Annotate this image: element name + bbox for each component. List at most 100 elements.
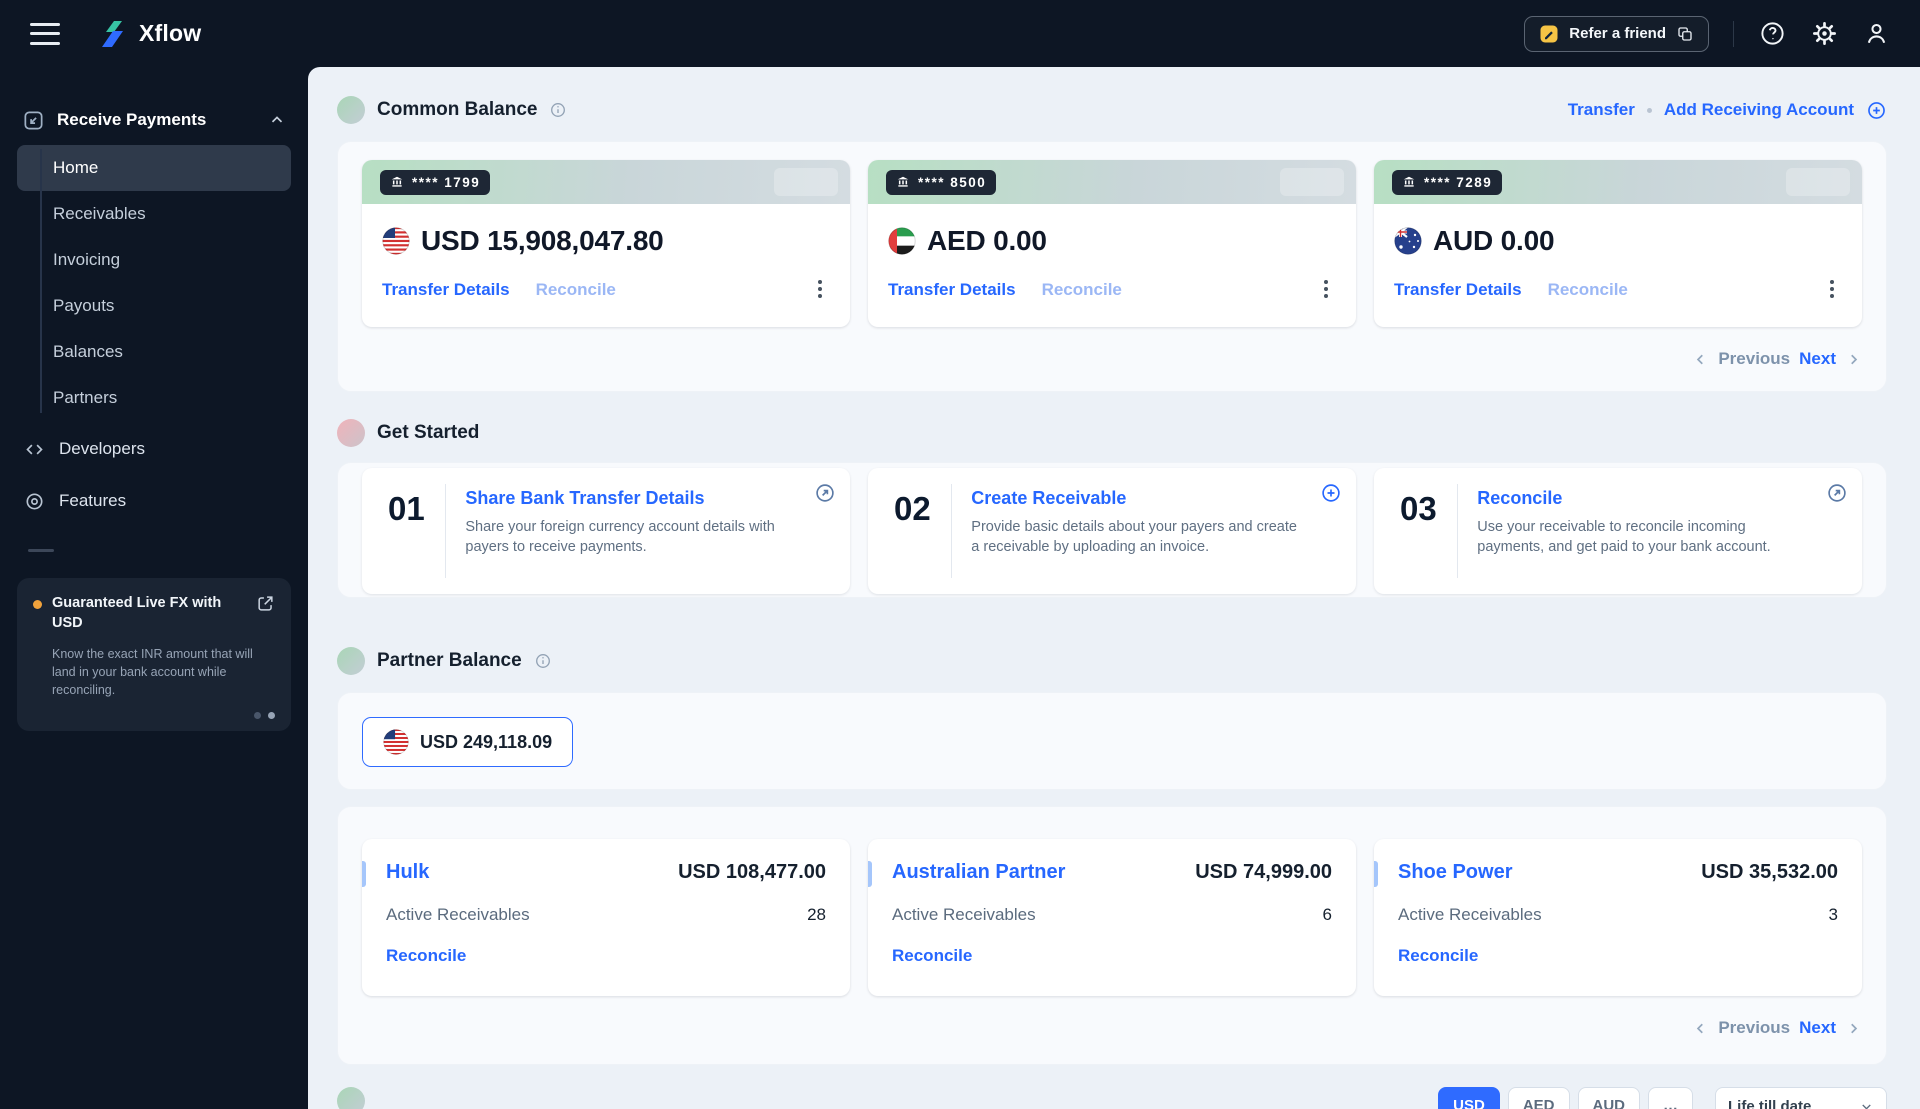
gear-icon	[1812, 22, 1836, 45]
step-card-create-receivable[interactable]: 02 Create Receivable Provide basic detai…	[868, 468, 1356, 594]
partner-name-link[interactable]: Australian Partner	[892, 861, 1065, 884]
currency-tab-aed[interactable]: AED	[1507, 1087, 1570, 1109]
next-button[interactable]: Next	[1799, 1018, 1836, 1038]
masked-account-number: **** 7289	[1392, 169, 1503, 195]
balance-card-aed: **** 8500 AED 0.00 Transfer Details Reco…	[868, 160, 1356, 327]
common-balance-avatar	[337, 96, 365, 124]
chevron-right-icon[interactable]	[1845, 1020, 1862, 1037]
step-title-link[interactable]: Share Bank Transfer Details	[465, 488, 794, 509]
kebab-menu-icon[interactable]	[1316, 279, 1336, 301]
reconcile-link[interactable]: Reconcile	[386, 946, 466, 966]
brand-name: Xflow	[139, 20, 202, 46]
previous-button[interactable]: Previous	[1718, 1018, 1790, 1038]
partner-name-link[interactable]: Hulk	[386, 861, 429, 884]
partner-amount: USD 35,532.00	[1701, 861, 1838, 883]
balances-pagination: Previous Next	[362, 347, 1862, 371]
open-circle-arrow-icon[interactable]	[814, 482, 836, 504]
reconcile-link[interactable]: Reconcile	[1042, 280, 1122, 300]
sidebar-divider	[28, 549, 54, 552]
step-divider	[444, 484, 446, 578]
person-icon	[1867, 23, 1885, 44]
step-card-reconcile[interactable]: 03 Reconcile Use your receivable to reco…	[1374, 468, 1862, 594]
carousel-dot[interactable]	[268, 711, 275, 719]
currency-tab-more[interactable]: …	[1648, 1087, 1693, 1109]
masked-account-number: **** 1799	[380, 169, 491, 195]
sidebar-item-partners[interactable]: Partners	[17, 375, 291, 421]
currency-filter-group: USD AED AUD … Life till date	[1438, 1087, 1887, 1109]
reconcile-link[interactable]: Reconcile	[536, 280, 616, 300]
gift-badge-icon	[1540, 25, 1558, 42]
card-accent-bar	[1374, 861, 1378, 887]
get-started-header: Get Started	[337, 416, 1887, 450]
sidebar-item-home[interactable]: Home	[17, 145, 291, 191]
partner-balance-header: Partner Balance	[337, 644, 1887, 678]
app-root: Xflow Refer a friend Receive Payments Ho…	[0, 0, 1920, 1109]
reconcile-link[interactable]: Reconcile	[1398, 946, 1478, 966]
promo-title: Guaranteed Live FX with USD	[52, 595, 222, 631]
chevron-left-icon[interactable]	[1692, 351, 1709, 368]
kebab-menu-icon[interactable]	[1822, 279, 1842, 301]
plus-circle-icon[interactable]	[1866, 100, 1887, 121]
sidebar-submenu: Home Receivables Invoicing Payouts Balan…	[0, 145, 308, 421]
chevron-up-icon[interactable]	[268, 111, 286, 129]
main-content: Common Balance Transfer Add Receiving Ac…	[308, 67, 1920, 1109]
previous-button[interactable]: Previous	[1718, 349, 1790, 369]
common-balance-actions: Transfer Add Receiving Account	[1568, 100, 1887, 121]
sidebar-item-balances[interactable]: Balances	[17, 329, 291, 375]
sidebar: Receive Payments Home Receivables Invoic…	[0, 67, 308, 1109]
step-number: 03	[1400, 490, 1437, 527]
refer-a-friend-label: Refer a friend	[1569, 25, 1666, 42]
active-receivables-label: Active Receivables	[1398, 905, 1542, 924]
card-strip: **** 1799	[362, 160, 850, 204]
settings-button[interactable]	[1810, 20, 1838, 48]
sidebar-item-invoicing[interactable]: Invoicing	[17, 237, 291, 283]
transfer-details-link[interactable]: Transfer Details	[382, 280, 510, 300]
open-circle-arrow-icon[interactable]	[1826, 482, 1848, 504]
kebab-menu-icon[interactable]	[810, 279, 830, 301]
topbar-actions: Refer a friend	[1524, 15, 1890, 52]
info-icon[interactable]	[534, 652, 552, 670]
carousel-dot[interactable]	[254, 711, 261, 719]
sidebar-item-developers[interactable]: Developers	[0, 425, 308, 473]
partner-card-hulk: Hulk USD 108,477.00 Active Receivables 2…	[362, 839, 850, 996]
sidebar-item-receivables[interactable]: Receivables	[17, 191, 291, 237]
get-started-avatar	[337, 419, 365, 447]
step-description: Provide basic details about your payers …	[971, 519, 1297, 556]
next-button[interactable]: Next	[1799, 349, 1836, 369]
active-receivables-label: Active Receivables	[892, 905, 1036, 924]
next-section-avatar	[337, 1087, 365, 1109]
refer-a-friend-button[interactable]: Refer a friend	[1524, 15, 1709, 52]
brand-logo[interactable]: Xflow	[96, 18, 201, 50]
chevron-left-icon[interactable]	[1692, 1020, 1709, 1037]
transfer-link[interactable]: Transfer	[1568, 100, 1635, 120]
plus-circle-icon[interactable]	[1320, 482, 1342, 504]
partner-balance-selector-panel: USD 249,118.09	[337, 692, 1887, 790]
common-balance-title: Common Balance	[377, 99, 538, 120]
promo-card[interactable]: Guaranteed Live FX with USD Know the exa…	[17, 578, 291, 731]
reconcile-link[interactable]: Reconcile	[1548, 280, 1628, 300]
currency-tab-aud[interactable]: AUD	[1577, 1087, 1640, 1109]
usd-balance-chip[interactable]: USD 249,118.09	[362, 717, 574, 767]
step-description: Use your receivable to reconcile incomin…	[1477, 519, 1771, 556]
add-receiving-account-link[interactable]: Add Receiving Account	[1664, 100, 1854, 120]
step-title-link[interactable]: Create Receivable	[971, 488, 1300, 509]
period-filter-select[interactable]: Life till date	[1715, 1087, 1887, 1109]
step-divider	[950, 484, 952, 578]
transfer-details-link[interactable]: Transfer Details	[1394, 280, 1522, 300]
transfer-details-link[interactable]: Transfer Details	[888, 280, 1016, 300]
hamburger-menu-icon[interactable]	[30, 22, 60, 45]
partners-pagination: Previous Next	[362, 1016, 1862, 1040]
sidebar-item-payouts[interactable]: Payouts	[17, 283, 291, 329]
partner-name-link[interactable]: Shoe Power	[1398, 861, 1512, 884]
profile-button[interactable]	[1862, 20, 1890, 48]
sidebar-group-receive-payments[interactable]: Receive Payments	[0, 103, 308, 137]
info-icon[interactable]	[549, 101, 567, 119]
chevron-right-icon[interactable]	[1845, 351, 1862, 368]
reconcile-link[interactable]: Reconcile	[892, 946, 972, 966]
external-link-icon[interactable]	[256, 594, 275, 613]
sidebar-item-features[interactable]: Features	[0, 477, 308, 525]
currency-tab-usd[interactable]: USD	[1438, 1087, 1500, 1109]
step-title-link[interactable]: Reconcile	[1477, 488, 1806, 509]
step-card-share-details[interactable]: 01 Share Bank Transfer Details Share you…	[362, 468, 850, 594]
help-button[interactable]	[1758, 20, 1786, 48]
